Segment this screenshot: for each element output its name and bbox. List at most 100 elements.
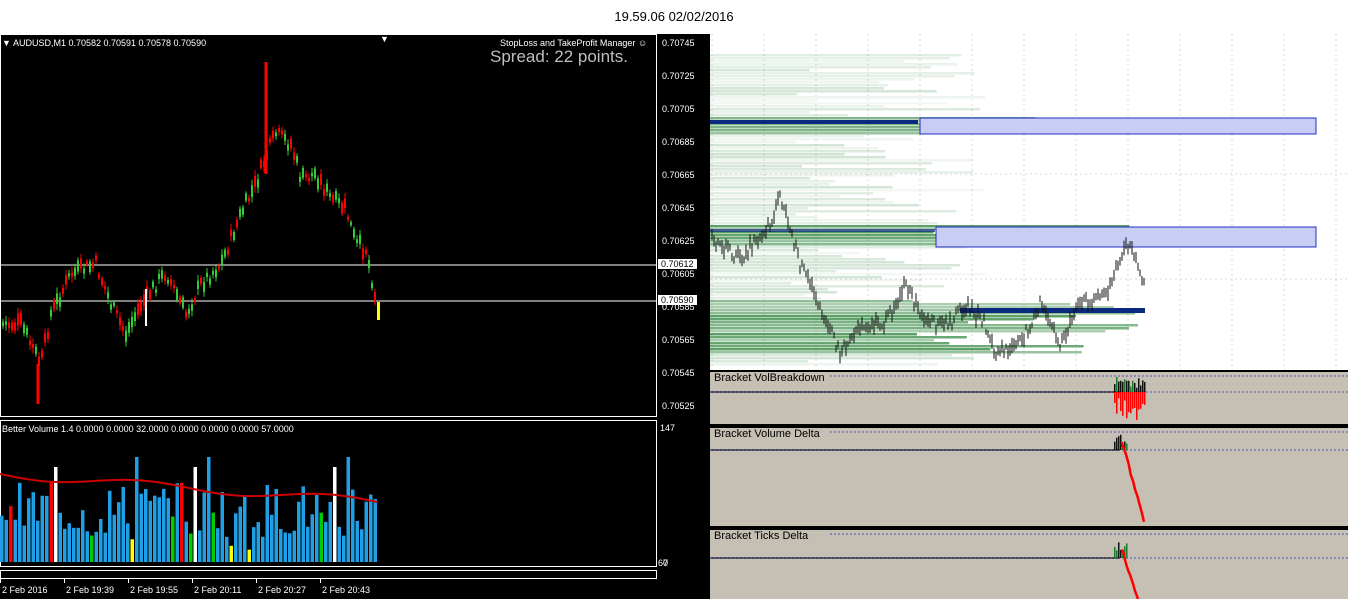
- candle-body: [92, 262, 94, 268]
- indicator-panel-volume-delta[interactable]: Bracket Volume Delta: [710, 428, 1348, 526]
- breakdown-bar-up: [1138, 378, 1140, 392]
- breakdown-bar-up: [1144, 381, 1146, 392]
- volume-bar: [135, 457, 139, 562]
- breakdown-bar-down: [1126, 392, 1128, 419]
- volume-bar: [261, 536, 265, 562]
- volume-bar: [157, 497, 161, 562]
- volume-bar: [108, 490, 112, 562]
- volume-bar: [256, 522, 260, 562]
- candle-body: [368, 259, 370, 269]
- profile-band: [710, 291, 838, 294]
- profile-band: [710, 138, 914, 141]
- last-candle: [377, 302, 380, 320]
- breakdown-bar-up: [1116, 376, 1118, 392]
- chart-shift-marker-icon[interactable]: ▼: [380, 34, 392, 44]
- profile-band: [710, 192, 874, 195]
- profile-band: [710, 60, 904, 63]
- price-axis-label: 0.70545: [662, 368, 695, 378]
- price-axis-label: 0.70645: [662, 203, 695, 213]
- indicator-title-volume-delta: Bracket Volume Delta: [714, 428, 820, 440]
- profile-band: [710, 66, 931, 69]
- profile-band: [710, 357, 974, 360]
- candle-body: [347, 216, 349, 220]
- poc-line-upper: [710, 120, 918, 124]
- candle-body: [314, 168, 316, 179]
- smiley-icon: ☺: [637, 38, 648, 48]
- breakdown-bar-up: [1122, 381, 1124, 392]
- volume-bar: [94, 531, 98, 562]
- market-profile-canvas[interactable]: [710, 34, 1348, 370]
- candle-body: [83, 268, 85, 274]
- dropdown-triangle-icon[interactable]: ▼: [2, 38, 11, 48]
- volume-bar: [238, 506, 242, 562]
- poc-line-lower: [960, 308, 1145, 313]
- candle-body: [59, 297, 61, 307]
- breakdown-bar-down: [1130, 392, 1132, 414]
- candle-body: [362, 248, 364, 260]
- indicator-panel-ticks-delta[interactable]: Bracket Ticks Delta: [710, 530, 1348, 599]
- candle-body: [173, 284, 175, 289]
- profile-band: [710, 273, 988, 276]
- volume-bar: [126, 523, 130, 562]
- candle-body: [77, 260, 79, 272]
- candle-body: [86, 261, 88, 265]
- profile-band: [710, 363, 939, 366]
- volume-bar: [27, 498, 31, 562]
- volume-bar: [346, 457, 350, 562]
- mt4-chart-window[interactable]: ▼ AUDUSD,M1 0.70582 0.70591 0.70578 0.70…: [0, 34, 706, 599]
- candle-body: [323, 189, 325, 196]
- breakdown-bar-down: [1138, 392, 1140, 410]
- candle-body: [326, 183, 328, 192]
- volume-bar: [117, 502, 121, 562]
- breakdown-bar-up: [1124, 379, 1126, 392]
- mt4-chart-canvas[interactable]: [0, 34, 706, 599]
- candle-body: [212, 270, 214, 275]
- poc-line-mid: [710, 229, 935, 232]
- candle-body: [107, 292, 109, 299]
- volume-bar: [220, 492, 224, 562]
- candle-body: [191, 304, 193, 311]
- candle-body: [296, 156, 298, 163]
- candle-body: [8, 322, 10, 329]
- delta-bar: [1114, 441, 1116, 450]
- profile-band: [710, 114, 848, 117]
- candle-body: [32, 344, 34, 348]
- candle-body: [335, 191, 337, 200]
- market-profile-chart[interactable]: [710, 34, 1348, 370]
- candle-body: [200, 277, 202, 284]
- volume-axis-bottom: 0: [663, 558, 669, 568]
- candle-body: [128, 321, 130, 333]
- profile-band: [710, 264, 961, 267]
- time-axis-label: 2 Feb 2016: [2, 585, 48, 595]
- profile-band: [710, 243, 962, 246]
- price-tag-lower: 0.70590: [658, 295, 697, 305]
- candle-body: [206, 272, 208, 277]
- profile-band: [710, 57, 950, 60]
- candle-body: [137, 303, 139, 316]
- indicator-panel-volbreakdown[interactable]: Bracket VolBreakdown: [710, 372, 1348, 424]
- breakdown-bar-down: [1122, 392, 1124, 416]
- candle-body: [110, 304, 112, 310]
- volume-bar: [180, 482, 184, 562]
- candle-body: [251, 185, 253, 197]
- candle-body: [281, 130, 283, 135]
- breakdown-bar-down: [1136, 392, 1138, 420]
- volume-bar: [90, 535, 94, 562]
- candle-body: [56, 293, 58, 305]
- candle-body: [2, 321, 4, 326]
- profile-band: [710, 258, 886, 261]
- candle-body: [284, 133, 286, 141]
- profile-band: [710, 348, 991, 351]
- candle-body: [299, 177, 301, 182]
- breakdown-bar-down: [1144, 392, 1146, 405]
- candles: [2, 62, 380, 404]
- scroll-pane-border: [0, 570, 657, 579]
- volume-bar: [99, 518, 103, 562]
- price-axis-label: 0.70525: [662, 401, 695, 411]
- delta-bar: [1116, 437, 1118, 450]
- candle-body: [47, 331, 49, 339]
- breakdown-bar-up: [1134, 382, 1136, 392]
- profile-band: [710, 105, 885, 108]
- profile-band: [710, 213, 796, 216]
- price-axis-label: 0.70625: [662, 236, 695, 246]
